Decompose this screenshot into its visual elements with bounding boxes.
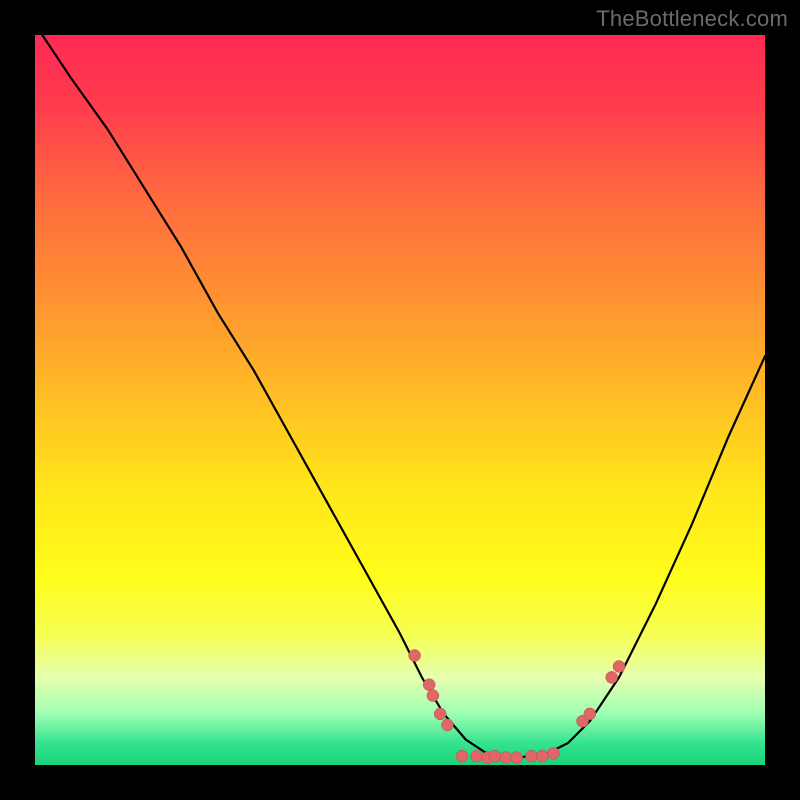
curve-line (42, 35, 765, 758)
data-marker (606, 671, 618, 683)
data-marker (525, 750, 537, 762)
watermark-text: TheBottleneck.com (596, 6, 788, 32)
data-marker (441, 719, 453, 731)
bottleneck-curve (35, 35, 765, 765)
data-marker (434, 708, 446, 720)
data-marker (409, 650, 421, 662)
data-marker (456, 750, 468, 762)
data-marker (471, 750, 483, 762)
data-marker (584, 708, 596, 720)
data-marker (489, 750, 501, 762)
data-marker (613, 661, 625, 673)
data-marker (511, 752, 523, 764)
data-marker (423, 679, 435, 691)
data-marker (427, 690, 439, 702)
data-marker (536, 750, 548, 762)
data-marker (500, 752, 512, 764)
data-marker (547, 747, 559, 759)
